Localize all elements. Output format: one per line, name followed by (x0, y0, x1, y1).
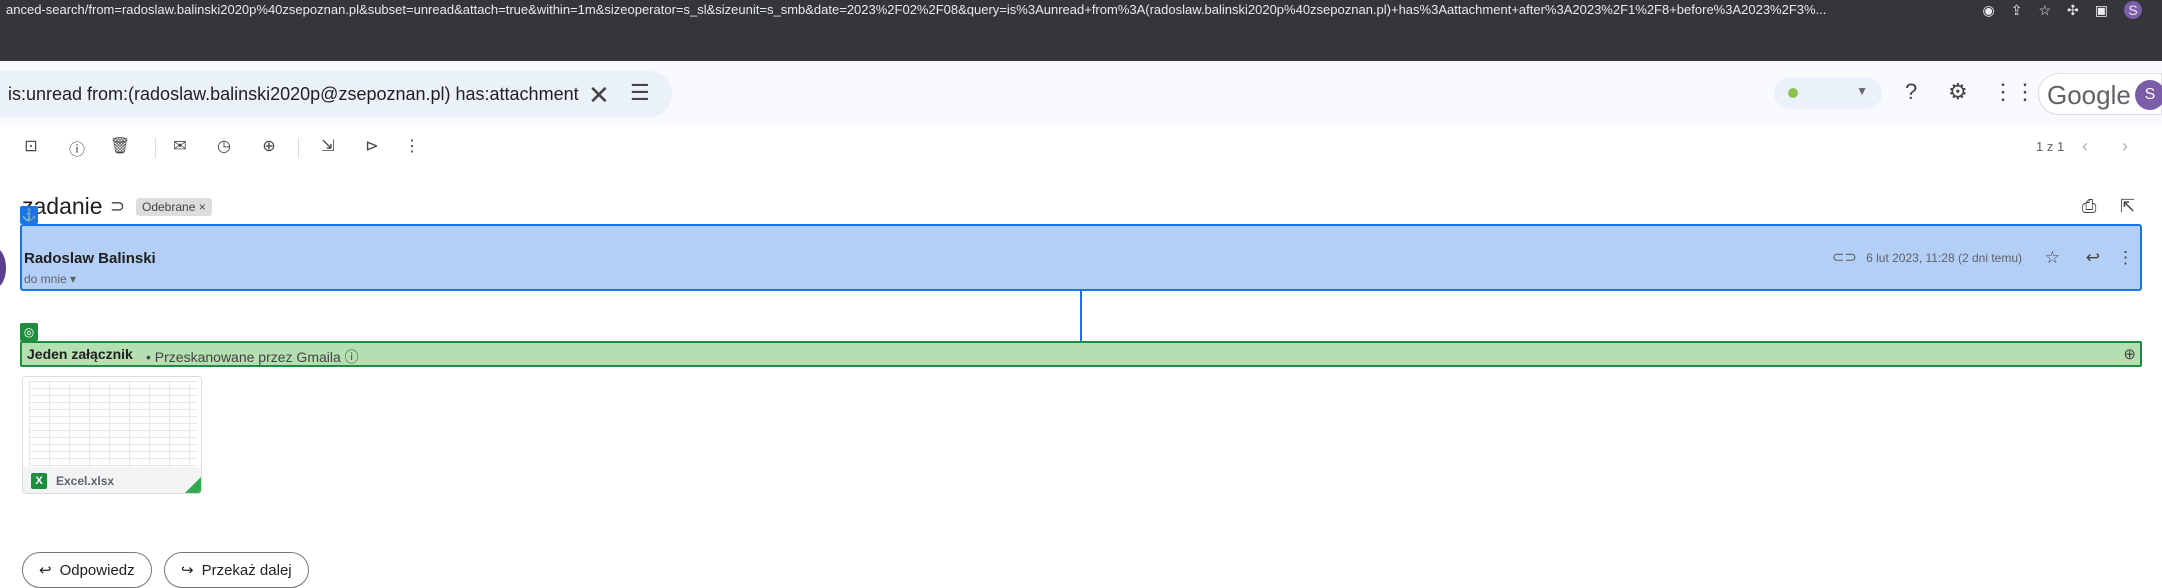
open-new-window-icon[interactable]: ⇱ (2120, 196, 2135, 217)
print-icon[interactable]: ⎙ (2082, 196, 2096, 217)
gmail-header: ✕ ☰ ▼ ? ⚙ ⋮⋮ Google S (0, 61, 2162, 125)
report-spam-icon[interactable]: ⓘ (65, 136, 89, 160)
reply-arrow-icon: ↩ (39, 562, 52, 579)
pager-count: 1 z 1 (2036, 139, 2065, 154)
reply-button-label: Odpowiedz (59, 561, 135, 579)
google-logo: Google (2047, 80, 2131, 110)
chevron-down-icon: ▼ (1856, 84, 1868, 98)
more-options-icon[interactable]: ⋮ (400, 136, 424, 156)
browser-profile-avatar[interactable]: S (2124, 1, 2142, 19)
status-selector[interactable]: ▼ (1774, 77, 1882, 109)
eye-off-icon[interactable]: ◉ (1983, 2, 1995, 19)
file-corner-icon (183, 475, 201, 493)
extensions-icon[interactable]: ✣ (2067, 2, 2079, 19)
info-icon[interactable]: ⓘ (345, 349, 359, 365)
share-icon[interactable]: ⇪ (2011, 2, 2023, 19)
delete-icon[interactable]: 🗑 (108, 136, 132, 156)
recipient-details[interactable]: do mnie ▾ (24, 272, 76, 286)
message-toolbar: ⊡ ⓘ 🗑 ✉ ◷ ⊕ ⇲ ⊳ ⋮ 1 z 1 ‹ › (0, 130, 2162, 166)
attachment-filename[interactable]: Excel.xlsx (56, 474, 114, 488)
search-bar: ✕ ☰ (0, 71, 672, 117)
move-to-icon[interactable]: ⇲ (316, 136, 340, 156)
toolbar-divider (155, 138, 156, 158)
browser-bar-background (0, 20, 2162, 61)
search-input[interactable] (8, 83, 583, 105)
avatar[interactable]: S (2135, 80, 2162, 110)
scan-note: • Przeskanowane przez Gmaila ⓘ (146, 347, 359, 367)
bookmark-star-icon[interactable]: ☆ (2038, 2, 2051, 19)
label-chip: Odebrane × (136, 198, 212, 216)
browser-address-bar[interactable]: anced-search/from=radoslaw.balinski2020p… (0, 0, 2162, 20)
scan-note-text: Przeskanowane przez Gmaila (154, 349, 341, 365)
attachment-footer: X Excel.xlsx (23, 467, 201, 493)
google-account-area[interactable]: Google S (2038, 73, 2162, 115)
reply-button[interactable]: ↩ Odpowiedz (22, 552, 152, 588)
attachments-header: Jeden załącznik • Przeskanowane przez Gm… (20, 341, 2142, 367)
label-chip-text: Odebrane (142, 200, 196, 214)
target-icon: ◎ (20, 323, 38, 341)
star-icon[interactable]: ☆ (2045, 248, 2060, 268)
recipient-text: do mnie (24, 272, 67, 286)
attachments-title: Jeden załącznik (27, 346, 133, 362)
remove-label-icon[interactable]: × (199, 200, 206, 214)
forward-arrow-icon: ↪ (181, 562, 194, 579)
snooze-icon[interactable]: ◷ (212, 136, 236, 156)
toolbar-divider (298, 138, 299, 158)
excel-file-icon: X (31, 473, 47, 489)
search-options-icon[interactable]: ☰ (630, 80, 650, 106)
browser-toolbar-icons: ◉ ⇪ ☆ ✣ ▣ S (1982, 0, 2162, 20)
side-panel-icon[interactable]: ▣ (2095, 2, 2108, 19)
paperclip-icon: ⊂⊃ (1831, 249, 1857, 266)
separator-dot: • (146, 349, 151, 365)
message-header[interactable]: Radoslaw Balinski do mnie ▾ ⊂⊃ 6 lut 202… (20, 224, 2142, 291)
attachment-card[interactable]: X Excel.xlsx (22, 376, 202, 494)
message-date: 6 lut 2023, 11:28 (2 dni temu) (1866, 251, 2022, 265)
chevron-left-icon[interactable]: ‹ (2082, 136, 2088, 157)
sender-name[interactable]: Radoslaw Balinski (24, 250, 156, 267)
sender-avatar[interactable] (0, 248, 6, 288)
importance-marker-icon[interactable]: ⊃ (110, 196, 125, 217)
url-text[interactable]: anced-search/from=radoslaw.balinski2020p… (6, 0, 1946, 20)
gear-icon[interactable]: ⚙ (1948, 79, 1968, 105)
label-icon[interactable]: ⊳ (360, 136, 384, 156)
chevron-right-icon[interactable]: › (2122, 136, 2128, 157)
anchor-icon: ⚓ (20, 206, 38, 224)
spreadsheet-thumbnail (29, 381, 197, 467)
clear-search-icon[interactable]: ✕ (588, 80, 610, 111)
forward-button-label: Przekaż dalej (201, 561, 292, 579)
mark-unread-icon[interactable]: ✉ (168, 136, 192, 156)
help-icon[interactable]: ? (1905, 79, 1917, 105)
apps-grid-icon[interactable]: ⋮⋮ (1992, 79, 2036, 105)
archive-icon[interactable]: ⊡ (19, 136, 43, 156)
more-vert-icon[interactable]: ⋮ (2117, 248, 2134, 268)
add-to-drive-icon[interactable]: ⊕ (2123, 345, 2136, 363)
add-task-icon[interactable]: ⊕ (257, 136, 281, 156)
forward-button[interactable]: ↪ Przekaż dalej (164, 552, 309, 588)
caret-down-icon: ▾ (70, 272, 77, 286)
status-dot-icon (1788, 88, 1798, 98)
reply-icon[interactable]: ↩ (2086, 248, 2100, 268)
connector-line (1080, 291, 1082, 341)
